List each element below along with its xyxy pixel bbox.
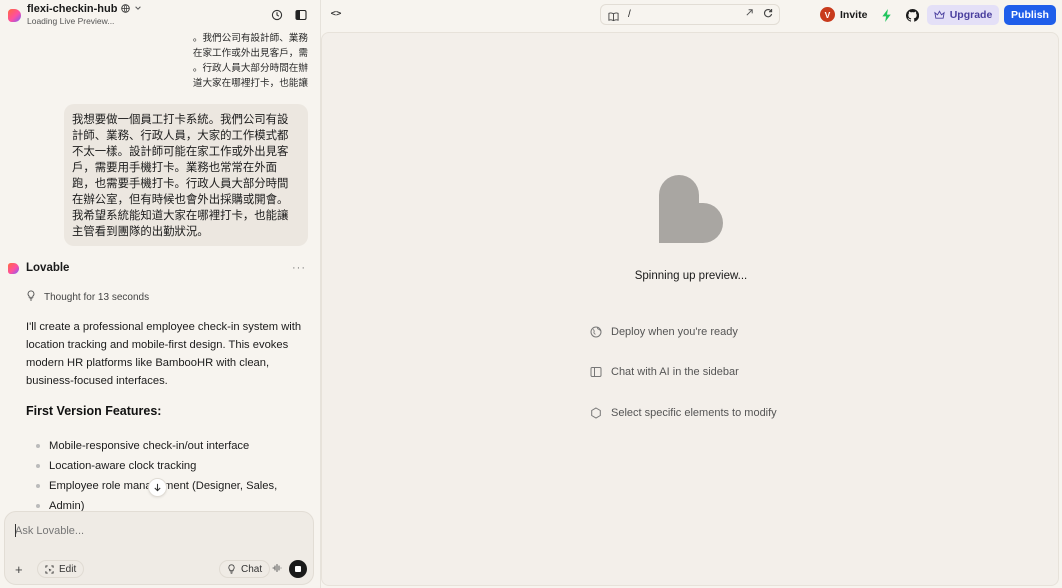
tip-label: Select specific elements to modify (611, 406, 777, 419)
message-line: 我希望系統能知道大家在哪裡打卡，也能讓 (72, 210, 289, 222)
edit-button[interactable]: Edit (37, 560, 85, 578)
arrow-down-icon (154, 483, 161, 492)
list-item: Location-aware clock tracking (36, 456, 316, 476)
message-line: 在辦公室，但有時候也會外出採購或開會。 (72, 194, 289, 206)
thought-indicator[interactable]: Thought for 13 seconds (26, 290, 149, 304)
message-line: 戶，需要用手機打卡。業務也常常在外面 (72, 162, 278, 174)
response-line: modern HR platforms like BambooHR with c… (26, 357, 270, 369)
chat-header: flexi-checkin-hub Loading Live Preview..… (0, 0, 320, 30)
thought-label: Thought for 13 seconds (44, 291, 150, 303)
refresh-icon[interactable] (763, 8, 773, 21)
composer: + Edit Chat (4, 511, 314, 585)
url-bar[interactable]: / (600, 4, 780, 25)
tip-deploy: Deploy when you're ready (589, 325, 738, 338)
scroll-to-bottom-button[interactable] (148, 478, 167, 497)
tip-chat: Chat with AI in the sidebar (589, 365, 739, 378)
features-heading: First Version Features: (26, 404, 162, 418)
code-view-button[interactable]: <> (327, 5, 345, 23)
message-line: 跑，也需要手機打卡。行政人員大部分時間 (72, 178, 289, 190)
upgrade-label: Upgrade (949, 9, 993, 21)
pages-icon[interactable] (608, 9, 619, 27)
lovable-logo[interactable] (8, 9, 21, 22)
chevron-down-icon[interactable] (134, 4, 142, 14)
tip-label: Chat with AI in the sidebar (611, 365, 739, 378)
tip-label: Deploy when you're ready (611, 325, 738, 338)
open-external-icon[interactable] (745, 8, 754, 20)
lovable-heart-icon (659, 175, 723, 243)
github-icon[interactable] (903, 6, 921, 24)
list-item: Mobile-responsive check-in/out interface (36, 436, 316, 456)
message-line: 。行政人員大部分時間在辦 (192, 63, 308, 74)
invite-button[interactable]: Invite (840, 9, 867, 21)
preview-area: Spinning up preview... Deploy when you'r… (321, 32, 1059, 586)
message-line: 主管看到團隊的出勤狀況。 (72, 226, 209, 238)
message-line: 在家工作或外出見客戶，需 (192, 48, 308, 59)
user-message-bubble: 我想要做一個員工打卡系統。我們公司有設 計師、業務、行政人員，大家的工作模式都 … (64, 104, 308, 246)
features-list: Mobile-responsive check-in/out interface… (36, 436, 316, 516)
preview-toolbar: <> / V Invite Upgrade Publish (321, 0, 1062, 30)
stop-button[interactable] (289, 560, 307, 578)
lightbulb-icon (228, 564, 235, 574)
crown-icon (933, 10, 945, 19)
assistant-name: Lovable (26, 262, 70, 274)
assistant-header: Lovable (8, 262, 69, 274)
avatar[interactable]: V (820, 7, 835, 22)
message-line: 計師、業務、行政人員，大家的工作模式都 (72, 130, 289, 142)
response-line: I'll create a professional employee chec… (26, 321, 302, 333)
sidebar-panel-icon (589, 365, 602, 378)
message-line: 。我們公司有設計師、業務 (192, 33, 308, 44)
history-icon[interactable] (270, 8, 284, 22)
project-name[interactable]: flexi-checkin-hub (27, 3, 117, 15)
sidebar-toggle-icon[interactable] (294, 8, 308, 22)
message-line: 道大家在哪裡打卡，也能讓 (192, 78, 308, 89)
voice-input-icon[interactable] (272, 563, 282, 576)
edit-label: Edit (59, 563, 77, 575)
project-title[interactable]: flexi-checkin-hub (27, 3, 142, 15)
more-options-button[interactable]: ··· (292, 262, 306, 274)
list-item: Employee role management (Designer, Sale… (36, 476, 316, 496)
add-attachment-button[interactable]: + (15, 562, 23, 577)
upgrade-button[interactable]: Upgrade (927, 5, 999, 25)
assistant-response: I'll create a professional employee chec… (26, 318, 312, 390)
url-path[interactable]: / (628, 9, 631, 20)
globe-icon (121, 3, 131, 15)
supabase-bolt-icon[interactable] (877, 5, 897, 25)
response-line: location tracking and mobile-first desig… (26, 339, 289, 351)
lightbulb-icon (26, 290, 36, 304)
chat-mode-button[interactable]: Chat (219, 560, 271, 578)
response-line: business-focused interfaces. (26, 375, 168, 387)
preview-status: Spinning up preview... (634, 270, 748, 282)
ask-input[interactable] (15, 522, 300, 540)
previous-message-clipped: 。我們公司有設計師、業務 在家工作或外出見客戶，需 。行政人員大部分時間在辦 道… (192, 31, 308, 91)
globe-icon (589, 325, 602, 338)
message-line: 我想要做一個員工打卡系統。我們公司有設 (72, 114, 289, 126)
project-status: Loading Live Preview... (27, 16, 115, 26)
publish-button[interactable]: Publish (1004, 5, 1056, 25)
hexagon-select-icon (589, 406, 602, 419)
chat-label: Chat (241, 563, 263, 575)
tip-select: Select specific elements to modify (589, 406, 777, 419)
lovable-avatar-icon (8, 262, 19, 274)
chat-panel: flexi-checkin-hub Loading Live Preview..… (0, 0, 320, 588)
text-caret (15, 524, 16, 537)
select-edit-icon (45, 564, 54, 574)
stop-icon (295, 566, 301, 572)
message-line: 不太一樣。設計師可能在家工作或外出見客 (72, 146, 289, 158)
